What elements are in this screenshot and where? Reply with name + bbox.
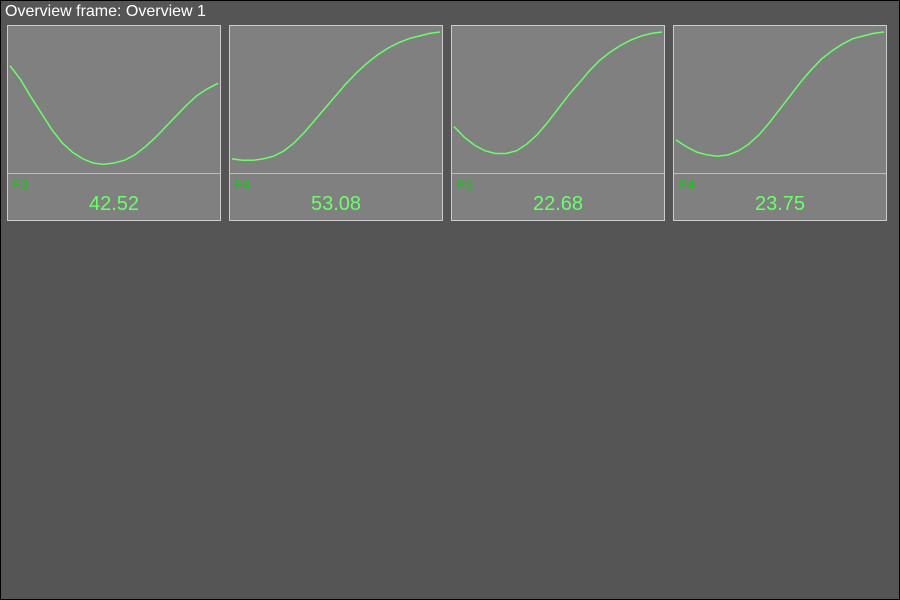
panel-footer: P4 23.75: [674, 174, 886, 220]
chart-p4: [674, 26, 886, 174]
line-chart-icon: [8, 26, 220, 173]
chart-line: [232, 32, 440, 160]
channel-value: 22.68: [452, 193, 664, 216]
channel-label: P3: [456, 176, 473, 192]
overview-frame: Overview frame: Overview 1 F3 42.52 F4 5…: [0, 0, 900, 600]
line-chart-icon: [674, 26, 886, 173]
channel-panel-f4[interactable]: F4 53.08: [229, 25, 443, 221]
channel-label: P4: [678, 176, 695, 192]
chart-p3: [452, 26, 664, 174]
channel-value: 42.52: [8, 193, 220, 216]
line-chart-icon: [452, 26, 664, 173]
channel-value: 53.08: [230, 193, 442, 216]
chart-line: [454, 32, 662, 154]
panel-row: F3 42.52 F4 53.08 P3 22.: [1, 25, 899, 221]
chart-f4: [230, 26, 442, 174]
frame-title: Overview frame: Overview 1: [1, 1, 899, 25]
chart-line: [10, 66, 218, 165]
channel-panel-p4[interactable]: P4 23.75: [673, 25, 887, 221]
chart-line: [676, 32, 884, 156]
channel-panel-f3[interactable]: F3 42.52: [7, 25, 221, 221]
channel-label: F4: [234, 176, 250, 192]
panel-footer: F4 53.08: [230, 174, 442, 220]
panel-footer: F3 42.52: [8, 174, 220, 220]
channel-panel-p3[interactable]: P3 22.68: [451, 25, 665, 221]
chart-f3: [8, 26, 220, 174]
channel-label: F3: [12, 176, 28, 192]
line-chart-icon: [230, 26, 442, 173]
channel-value: 23.75: [674, 193, 886, 216]
panel-footer: P3 22.68: [452, 174, 664, 220]
